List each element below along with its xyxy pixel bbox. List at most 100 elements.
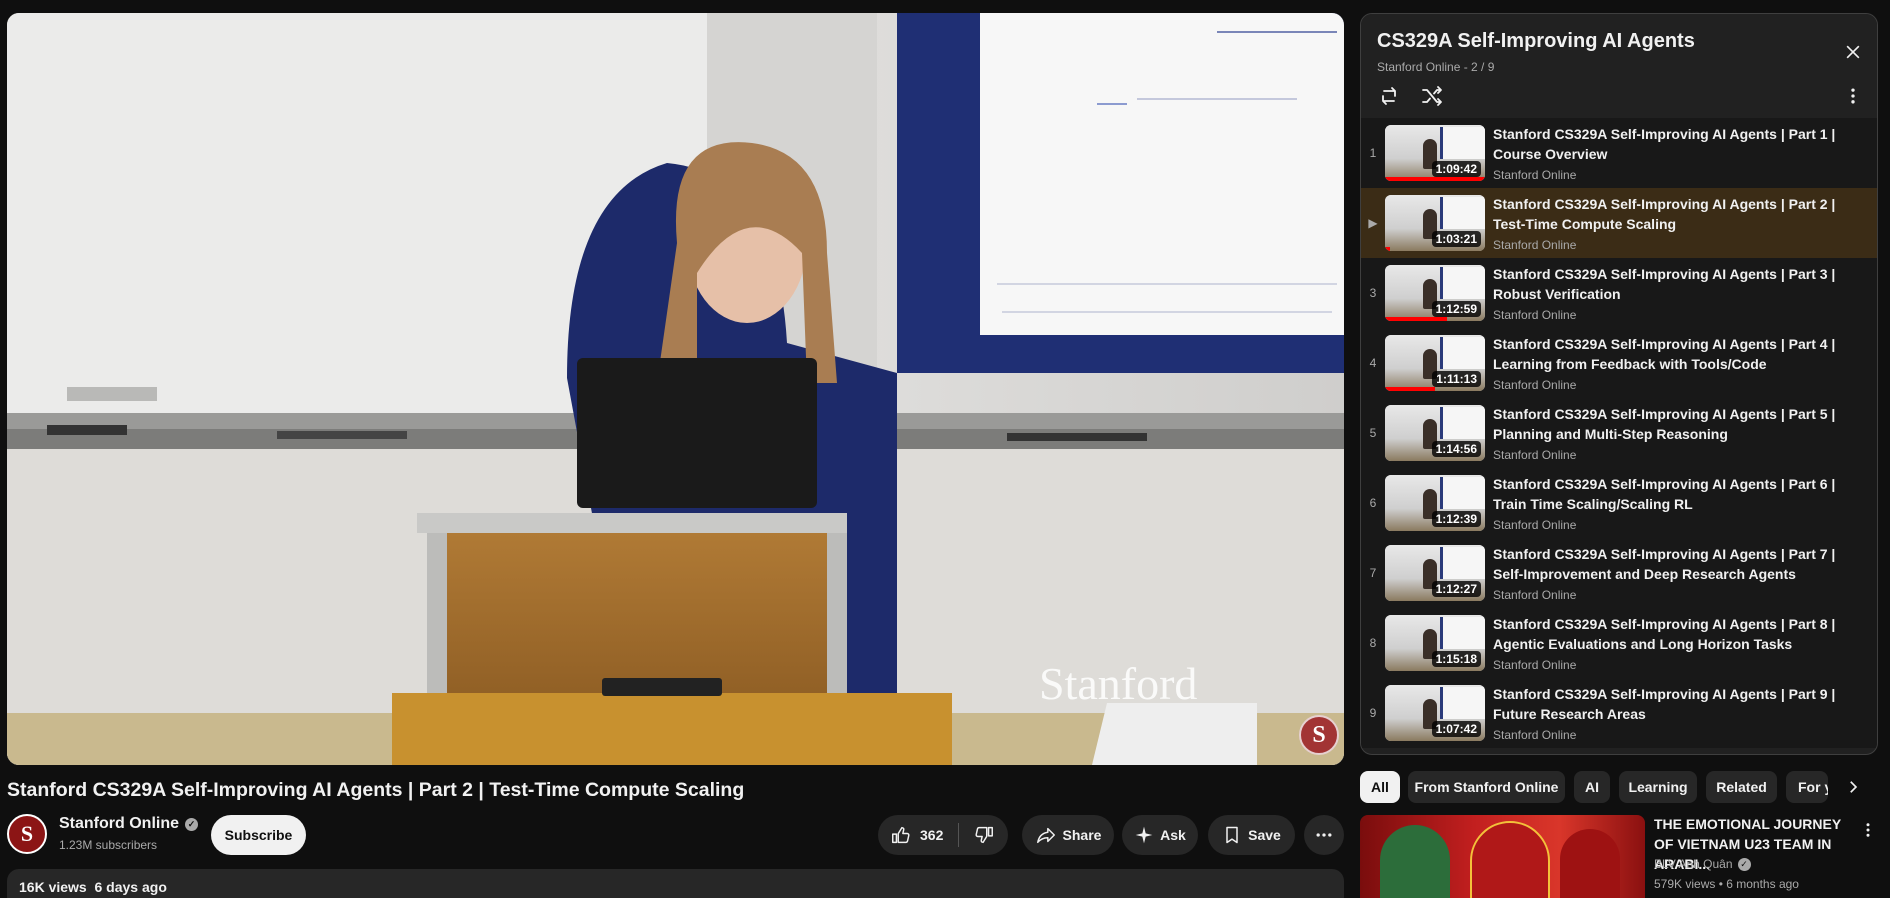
chip-learning[interactable]: Learning bbox=[1619, 771, 1697, 803]
chips-next-button[interactable] bbox=[1841, 775, 1865, 799]
thumb-screen bbox=[1440, 407, 1485, 439]
playlist-header: CS329A Self-Improving AI Agents Stanford… bbox=[1361, 14, 1877, 118]
chip-all[interactable]: All bbox=[1360, 771, 1400, 803]
playlist-item-duration: 1:07:42 bbox=[1431, 721, 1481, 737]
shuffle-button[interactable] bbox=[1420, 84, 1444, 108]
channel-name-row[interactable]: Stanford Online ✓ bbox=[59, 815, 198, 833]
chip-ai[interactable]: AI bbox=[1574, 771, 1610, 803]
ask-button[interactable]: Ask bbox=[1122, 815, 1198, 855]
playlist-item-channel: Stanford Online bbox=[1493, 308, 1577, 322]
playlist-item-channel: Stanford Online bbox=[1493, 588, 1577, 602]
playlist-item-thumbnail[interactable]: 1:11:13 bbox=[1385, 335, 1485, 391]
verified-icon: ✓ bbox=[1737, 857, 1751, 871]
playlist-item[interactable]: 7 1:12:27 Stanford CS329A Self-Improving A… bbox=[1361, 538, 1877, 608]
more-actions-button[interactable] bbox=[1304, 815, 1344, 855]
channel-avatar[interactable]: S bbox=[7, 814, 47, 854]
thumb-screen bbox=[1440, 547, 1485, 579]
playlist-item-title[interactable]: Stanford CS329A Self-Improving AI Agents… bbox=[1493, 334, 1843, 374]
chip-from-stanford-online[interactable]: From Stanford Online bbox=[1408, 771, 1565, 803]
playlist-item-thumbnail[interactable]: 1:15:18 bbox=[1385, 615, 1485, 671]
channel-watermark-logo[interactable]: S bbox=[1299, 715, 1339, 755]
playlist-item-duration: 1:03:21 bbox=[1431, 231, 1481, 247]
share-label: Share bbox=[1062, 827, 1102, 843]
playlist-item-thumbnail[interactable]: 1:14:56 bbox=[1385, 405, 1485, 461]
playlist-item-channel: Stanford Online bbox=[1493, 238, 1577, 252]
playlist-item-channel: Stanford Online bbox=[1493, 448, 1577, 462]
playlist-title[interactable]: CS329A Self-Improving AI Agents bbox=[1377, 30, 1695, 53]
dislike-button[interactable] bbox=[959, 815, 1008, 855]
subscribe-button[interactable]: Subscribe bbox=[211, 815, 306, 855]
ask-label: Ask bbox=[1160, 827, 1186, 843]
playlist-item[interactable]: 1 1:09:42 Stanford CS329A Self-Improving A… bbox=[1361, 118, 1877, 188]
playlist-item-channel: Stanford Online bbox=[1493, 728, 1577, 742]
playlist-item-duration: 1:09:42 bbox=[1431, 161, 1481, 177]
playlist-item-index: 3 bbox=[1369, 286, 1377, 300]
thumbs-down-icon bbox=[974, 826, 993, 844]
playlist-items: 1 1:09:42 Stanford CS329A Self-Improving A… bbox=[1361, 118, 1877, 748]
share-button[interactable]: Share bbox=[1022, 815, 1114, 855]
view-date-meta: 16K views 6 days ago bbox=[19, 879, 167, 895]
share-icon bbox=[1036, 827, 1055, 844]
playlist-panel: CS329A Self-Improving AI Agents Stanford… bbox=[1360, 13, 1878, 755]
watch-progress-bar bbox=[1385, 387, 1435, 391]
playlist-item-title[interactable]: Stanford CS329A Self-Improving AI Agents… bbox=[1493, 614, 1843, 654]
playlist-item[interactable]: 4 1:11:13 Stanford CS329A Self-Improving A… bbox=[1361, 328, 1877, 398]
playlist-subtitle: Stanford Online - 2 / 9 bbox=[1377, 60, 1495, 74]
loop-icon bbox=[1382, 87, 1396, 105]
watch-progress-bar bbox=[1385, 317, 1447, 321]
verified-icon: ✓ bbox=[185, 817, 198, 831]
save-label: Save bbox=[1248, 827, 1281, 843]
close-playlist-button[interactable] bbox=[1841, 40, 1865, 64]
playlist-item[interactable]: 3 1:12:59 Stanford CS329A Self-Improving A… bbox=[1361, 258, 1877, 328]
playlist-item[interactable]: 9 1:07:42 Stanford CS329A Self-Improving A… bbox=[1361, 678, 1877, 748]
video-frame bbox=[7, 13, 1344, 765]
recommended-menu-button[interactable] bbox=[1858, 818, 1878, 842]
playlist-item-title[interactable]: Stanford CS329A Self-Improving AI Agents… bbox=[1493, 684, 1843, 724]
playlist-item-duration: 1:12:59 bbox=[1431, 301, 1481, 317]
playlist-item[interactable]: 5 1:14:56 Stanford CS329A Self-Improving A… bbox=[1361, 398, 1877, 468]
playlist-item-title[interactable]: Stanford CS329A Self-Improving AI Agents… bbox=[1493, 404, 1843, 444]
thumb-screen bbox=[1440, 127, 1485, 159]
playlist-item-title[interactable]: Stanford CS329A Self-Improving AI Agents… bbox=[1493, 474, 1843, 514]
playlist-item-title[interactable]: Stanford CS329A Self-Improving AI Agents… bbox=[1493, 544, 1843, 584]
playlist-item-title[interactable]: Stanford CS329A Self-Improving AI Agents… bbox=[1493, 264, 1843, 304]
playlist-item-index: 9 bbox=[1369, 706, 1377, 720]
playlist-item-thumbnail[interactable]: 1:12:27 bbox=[1385, 545, 1485, 601]
playlist-item-index: 1 bbox=[1369, 146, 1377, 160]
playlist-item-duration: 1:12:39 bbox=[1431, 511, 1481, 527]
subscriber-count: 1.23M subscribers bbox=[59, 838, 158, 852]
channel-name[interactable]: Stanford Online bbox=[59, 815, 179, 833]
playlist-item-thumbnail[interactable]: 1:12:39 bbox=[1385, 475, 1485, 531]
chip-for-you[interactable]: For y bbox=[1786, 771, 1828, 803]
view-count: 16K views bbox=[19, 879, 87, 895]
recommended-channel[interactable]: BLV Anh Quân bbox=[1654, 857, 1733, 871]
loop-button[interactable] bbox=[1377, 84, 1401, 108]
thumbs-up-icon bbox=[892, 826, 910, 844]
save-icon bbox=[1226, 826, 1238, 844]
save-button[interactable]: Save bbox=[1208, 815, 1295, 855]
playlist-item[interactable]: 6 1:12:39 Stanford CS329A Self-Improving A… bbox=[1361, 468, 1877, 538]
like-count: 362 bbox=[920, 827, 944, 843]
playlist-item-thumbnail[interactable]: 1:07:42 bbox=[1385, 685, 1485, 741]
playlist-item[interactable]: ▶ 1:03:21 Stanford CS329A Self-Improving A… bbox=[1361, 188, 1877, 258]
playlist-item-thumbnail[interactable]: 1:03:21 bbox=[1385, 195, 1485, 251]
playlist-item-title[interactable]: Stanford CS329A Self-Improving AI Agents… bbox=[1493, 124, 1843, 164]
recommended-channel-row[interactable]: BLV Anh Quân ✓ bbox=[1654, 857, 1751, 871]
like-button[interactable]: 362 bbox=[878, 815, 958, 855]
thumb-screen bbox=[1440, 337, 1485, 369]
playlist-item-thumbnail[interactable]: 1:12:59 bbox=[1385, 265, 1485, 321]
chip-related[interactable]: Related bbox=[1706, 771, 1777, 803]
playlist-item-index: ▶ bbox=[1368, 216, 1378, 230]
sparkle-icon bbox=[1135, 826, 1153, 844]
description-box[interactable]: 16K views 6 days ago bbox=[7, 869, 1344, 898]
playlist-item-title[interactable]: Stanford CS329A Self-Improving AI Agents… bbox=[1493, 194, 1843, 234]
playlist-item-channel: Stanford Online bbox=[1493, 518, 1577, 532]
playlist-item[interactable]: 8 1:15:18 Stanford CS329A Self-Improving A… bbox=[1361, 608, 1877, 678]
playlist-item-duration: 1:15:18 bbox=[1431, 651, 1481, 667]
playlist-menu-button[interactable] bbox=[1841, 84, 1865, 108]
playlist-item-thumbnail[interactable]: 1:09:42 bbox=[1385, 125, 1485, 181]
more-horiz-icon bbox=[1316, 833, 1332, 837]
playlist-item-index: 7 bbox=[1369, 566, 1377, 580]
video-player[interactable]: Stanford S bbox=[7, 13, 1344, 765]
recommended-thumbnail[interactable] bbox=[1360, 815, 1645, 898]
